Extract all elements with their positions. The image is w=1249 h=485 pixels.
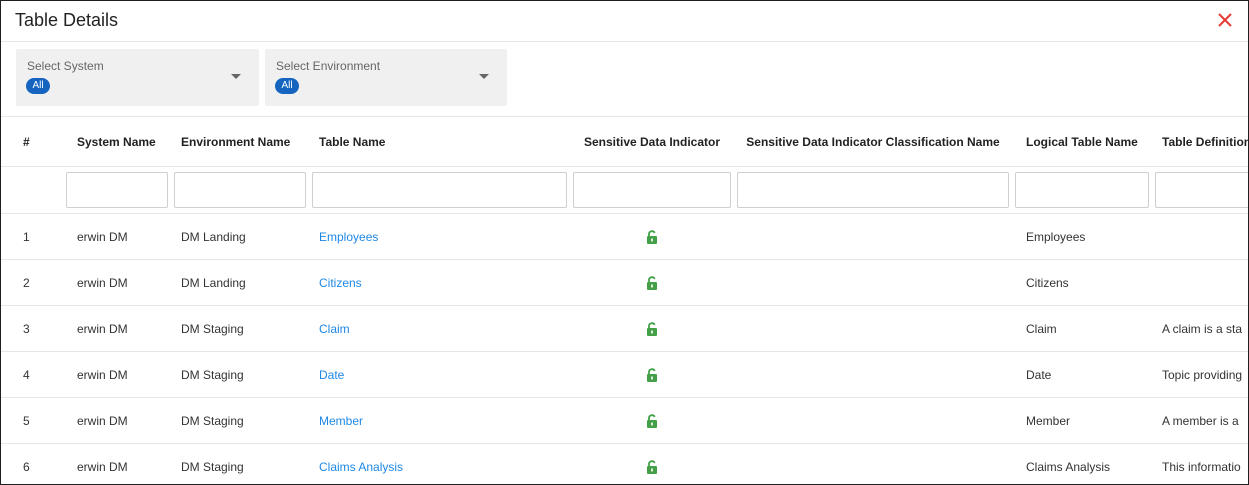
header-table-name[interactable]: Table Name: [309, 117, 570, 167]
row-index: 2: [1, 259, 63, 306]
logical-table-name-cell: Claim: [1012, 305, 1152, 352]
select-environment-label: Select Environment: [276, 59, 381, 73]
sdi-classification-cell: [734, 443, 1012, 484]
table-details-dialog: Table Details Select System All Select E…: [0, 0, 1249, 485]
table-definition-cell: This informatio: [1152, 443, 1248, 484]
system-name-cell: erwin DM: [63, 397, 171, 444]
table-name-link[interactable]: Claims Analysis: [319, 460, 403, 474]
logical-table-name-cell: Employees: [1012, 213, 1152, 260]
table-definition-cell: [1152, 259, 1248, 306]
table-name-link[interactable]: Claim: [319, 322, 350, 336]
select-system-dropdown[interactable]: Select System All: [16, 49, 259, 106]
table-row[interactable]: 1 erwin DM DM Landing Employees Employee…: [1, 213, 1248, 260]
table-row[interactable]: 2 erwin DM DM Landing Citizens Citizens: [1, 259, 1248, 306]
sdi-classification-cell: [734, 213, 1012, 260]
table-name-link[interactable]: Member: [319, 414, 363, 428]
filter-cell-index: [1, 166, 63, 214]
header-logical-table-name[interactable]: Logical Table Name: [1012, 117, 1152, 167]
environment-all-chip[interactable]: All: [275, 78, 299, 94]
environment-name-cell: DM Landing: [171, 213, 309, 260]
sdi-classification-cell: [734, 397, 1012, 444]
chevron-down-icon[interactable]: [231, 74, 241, 79]
system-name-filter-input[interactable]: [66, 172, 168, 208]
lock-icon: [647, 276, 657, 290]
lock-icon: [647, 322, 657, 336]
logical-table-name-cell: Citizens: [1012, 259, 1152, 306]
system-all-chip[interactable]: All: [26, 78, 50, 94]
title-bar: Table Details: [1, 1, 1248, 42]
header-table-definition[interactable]: Table Definition: [1152, 117, 1248, 167]
dialog-title: Table Details: [15, 10, 119, 30]
sdi-classification-cell: [734, 259, 1012, 306]
sdi-classification-cell: [734, 351, 1012, 398]
table-definition-cell: A member is a: [1152, 397, 1248, 444]
lock-icon: [647, 460, 657, 474]
system-name-cell: erwin DM: [63, 305, 171, 352]
close-icon[interactable]: [1214, 9, 1236, 31]
sdi-classification-cell: [734, 305, 1012, 352]
table-definition-cell: A claim is a sta: [1152, 305, 1248, 352]
header-index[interactable]: #: [1, 117, 63, 167]
header-sdi-classification-name[interactable]: Sensitive Data Indicator Classification …: [734, 117, 1012, 167]
sdi-filter-input[interactable]: [573, 172, 731, 208]
table-row[interactable]: 6 erwin DM DM Staging Claims Analysis Cl…: [1, 443, 1248, 484]
table-definition-cell: [1152, 213, 1248, 260]
logical-table-name-cell: Claims Analysis: [1012, 443, 1152, 484]
row-index: 6: [1, 443, 63, 484]
table-name-link[interactable]: Employees: [319, 230, 378, 244]
table-row[interactable]: 5 erwin DM DM Staging Member Member A me…: [1, 397, 1248, 444]
environment-name-filter-input[interactable]: [174, 172, 306, 208]
table-definition-filter-input[interactable]: [1155, 172, 1248, 208]
system-name-cell: erwin DM: [63, 259, 171, 306]
table-details-grid: # System Name Environment Name Table Nam…: [1, 117, 1248, 484]
header-environment-name[interactable]: Environment Name: [171, 117, 309, 167]
sdi-classification-filter-input[interactable]: [737, 172, 1009, 208]
lock-icon: [647, 230, 657, 244]
table-name-link[interactable]: Citizens: [319, 276, 362, 290]
row-index: 3: [1, 305, 63, 352]
environment-name-cell: DM Staging: [171, 397, 309, 444]
table-name-filter-input[interactable]: [312, 172, 567, 208]
table-row[interactable]: 4 erwin DM DM Staging Date Date Topic pr…: [1, 351, 1248, 398]
header-row: # System Name Environment Name Table Nam…: [1, 117, 1248, 167]
select-system-label: Select System: [27, 59, 104, 73]
lock-icon: [647, 368, 657, 382]
environment-name-cell: DM Staging: [171, 351, 309, 398]
chevron-down-icon[interactable]: [479, 74, 489, 79]
table-definition-cell: Topic providing: [1152, 351, 1248, 398]
system-name-cell: erwin DM: [63, 213, 171, 260]
header-sensitive-data-indicator[interactable]: Sensitive Data Indicator: [570, 117, 734, 167]
row-index: 4: [1, 351, 63, 398]
table-name-link[interactable]: Date: [319, 368, 344, 382]
environment-name-cell: DM Staging: [171, 305, 309, 352]
logical-table-name-cell: Member: [1012, 397, 1152, 444]
environment-name-cell: DM Staging: [171, 443, 309, 484]
logical-table-name-filter-input[interactable]: [1015, 172, 1149, 208]
row-index: 5: [1, 397, 63, 444]
environment-name-cell: DM Landing: [171, 259, 309, 306]
system-name-cell: erwin DM: [63, 443, 171, 484]
select-environment-dropdown[interactable]: Select Environment All: [265, 49, 507, 106]
logical-table-name-cell: Date: [1012, 351, 1152, 398]
system-name-cell: erwin DM: [63, 351, 171, 398]
column-filter-row: [1, 166, 1248, 214]
row-index: 1: [1, 213, 63, 260]
table-row[interactable]: 3 erwin DM DM Staging Claim Claim A clai…: [1, 305, 1248, 352]
header-system-name[interactable]: System Name: [63, 117, 171, 167]
table-container: # System Name Environment Name Table Nam…: [1, 116, 1248, 484]
lock-icon: [647, 414, 657, 428]
